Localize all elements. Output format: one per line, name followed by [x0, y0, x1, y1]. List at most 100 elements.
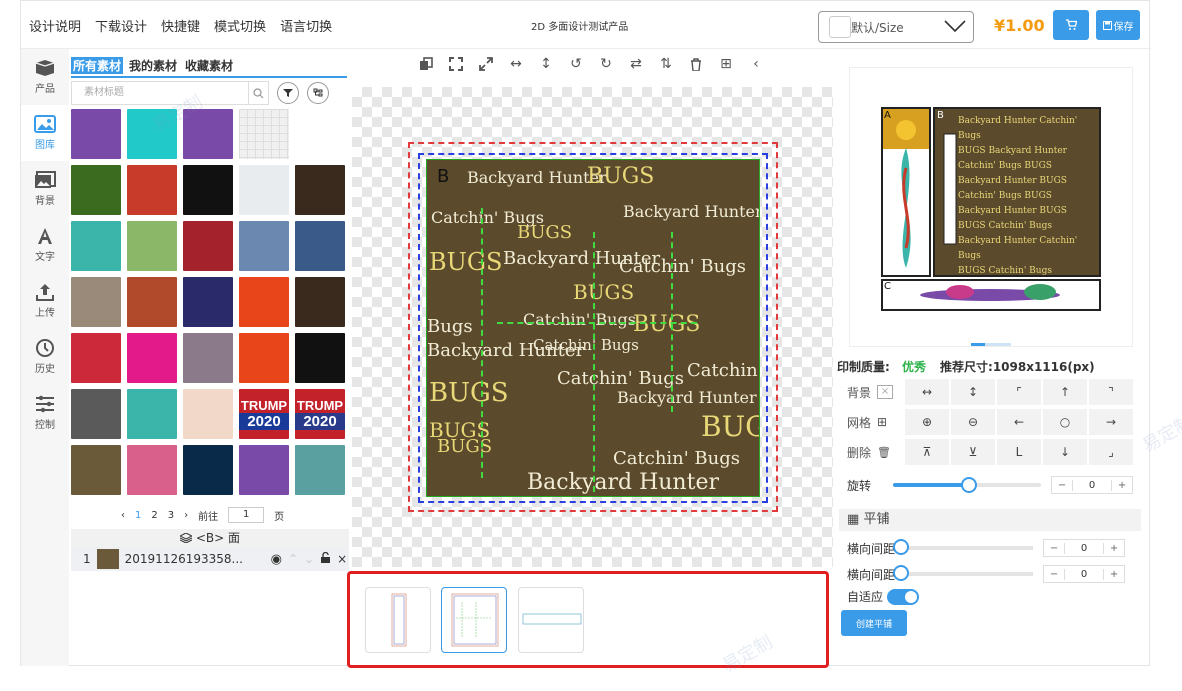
- move-down-button[interactable]: ↓: [1043, 439, 1087, 465]
- asset-thumbnail[interactable]: TRUMP 2020: [239, 389, 289, 439]
- grid-toggle-icon[interactable]: ⊞: [877, 415, 887, 429]
- rotate-right-icon[interactable]: ↻: [597, 55, 615, 73]
- align-bottom-left-button[interactable]: L: [997, 439, 1041, 465]
- expand-icon[interactable]: [477, 55, 495, 73]
- zoom-out-button[interactable]: ⊖: [951, 409, 995, 435]
- asset-thumbnail[interactable]: [127, 109, 177, 159]
- tab-favorite-assets[interactable]: 收藏素材: [183, 57, 235, 74]
- face-thumb-b[interactable]: [441, 587, 507, 653]
- move-left-button[interactable]: ←: [997, 409, 1041, 435]
- tab-my-assets[interactable]: 我的素材: [127, 57, 179, 74]
- trash-icon[interactable]: [687, 55, 705, 73]
- asset-thumbnail[interactable]: [239, 445, 289, 495]
- stretch-horizontal-button[interactable]: ↔: [905, 379, 949, 405]
- rotate-value[interactable]: 0: [1072, 479, 1113, 491]
- v-spacing-stepper[interactable]: − 0 +: [1043, 565, 1126, 583]
- center-button[interactable]: ○: [1043, 409, 1087, 435]
- menu-design-guide[interactable]: 设计说明: [29, 16, 81, 35]
- move-up-button[interactable]: ↑: [1043, 379, 1087, 405]
- asset-thumbnail[interactable]: TRUMP 2020: [295, 389, 345, 439]
- menu-shortcuts[interactable]: 快捷键: [161, 16, 200, 35]
- align-top-right-button[interactable]: ⌝: [1089, 379, 1133, 405]
- background-control[interactable]: 背景 ×: [839, 379, 903, 405]
- face-thumb-a[interactable]: [365, 587, 431, 653]
- save-button[interactable]: 保存: [1096, 10, 1140, 40]
- delete-control[interactable]: 删除 🗑: [839, 439, 903, 465]
- asset-thumbnail[interactable]: [71, 333, 121, 383]
- h-spacing-stepper[interactable]: − 0 +: [1043, 539, 1126, 557]
- prev-page-button[interactable]: ‹: [121, 510, 125, 521]
- asset-thumbnail[interactable]: [183, 165, 233, 215]
- rotate-left-icon[interactable]: ↺: [567, 55, 585, 73]
- asset-thumbnail[interactable]: [127, 389, 177, 439]
- h-spacing-slider[interactable]: [893, 539, 1034, 555]
- asset-thumbnail[interactable]: [295, 221, 345, 271]
- preview-carousel-dots[interactable]: [971, 343, 1011, 346]
- asset-thumbnail[interactable]: [127, 221, 177, 271]
- asset-thumbnail[interactable]: [127, 165, 177, 215]
- sidebar-item-upload[interactable]: 上传: [21, 273, 69, 329]
- decrement-button[interactable]: −: [1052, 480, 1072, 491]
- asset-thumbnail[interactable]: [239, 165, 289, 215]
- asset-thumbnail[interactable]: [71, 389, 121, 439]
- asset-thumbnail[interactable]: [71, 221, 121, 271]
- clear-background-icon[interactable]: ×: [877, 385, 894, 399]
- fit-icon[interactable]: [447, 55, 465, 73]
- asset-thumbnail[interactable]: [295, 109, 345, 159]
- search-button[interactable]: [249, 81, 269, 105]
- asset-thumbnail[interactable]: [71, 165, 121, 215]
- move-up-icon[interactable]: ⌃: [288, 552, 298, 566]
- asset-thumbnail[interactable]: [71, 109, 121, 159]
- menu-download-design[interactable]: 下载设计: [95, 16, 147, 35]
- sidebar-item-product[interactable]: 产品: [21, 49, 69, 105]
- align-bottom-right-button[interactable]: ⌟: [1089, 439, 1133, 465]
- create-tile-button[interactable]: 创建平铺: [841, 610, 907, 636]
- eye-icon[interactable]: ◉: [271, 552, 282, 567]
- asset-thumbnail[interactable]: [183, 221, 233, 271]
- asset-thumbnail[interactable]: [71, 277, 121, 327]
- increment-button[interactable]: +: [1104, 569, 1124, 580]
- decrement-button[interactable]: −: [1044, 569, 1064, 580]
- align-top-left-button[interactable]: ⌜: [997, 379, 1041, 405]
- increment-button[interactable]: +: [1104, 543, 1124, 554]
- stretch-horizontal-icon[interactable]: ↔: [507, 55, 525, 73]
- move-right-button[interactable]: →: [1089, 409, 1133, 435]
- search-input[interactable]: 素材标题: [71, 81, 249, 105]
- sidebar-item-gallery[interactable]: 图库: [21, 105, 69, 161]
- asset-thumbnail[interactable]: [239, 333, 289, 383]
- asset-thumbnail[interactable]: [295, 333, 345, 383]
- page-1[interactable]: 1: [135, 510, 141, 521]
- rotate-stepper[interactable]: − 0 +: [1051, 476, 1134, 494]
- asset-thumbnail[interactable]: [239, 221, 289, 271]
- asset-thumbnail[interactable]: [183, 333, 233, 383]
- close-icon[interactable]: ×: [337, 552, 347, 566]
- design-canvas[interactable]: B Backyard Hunter BUGS Catchin' Bugs BUGS Ba…: [352, 87, 833, 567]
- asset-thumbnail[interactable]: [127, 445, 177, 495]
- asset-thumbnail[interactable]: [127, 277, 177, 327]
- lock-icon[interactable]: [320, 551, 331, 566]
- menu-language-switch[interactable]: 语言切换: [280, 16, 332, 35]
- cart-button[interactable]: [1053, 10, 1089, 40]
- move-down-icon[interactable]: ⌄: [304, 552, 314, 566]
- menu-mode-switch[interactable]: 模式切换: [214, 16, 266, 35]
- category-button[interactable]: [307, 82, 329, 104]
- sidebar-item-text[interactable]: 文字: [21, 217, 69, 273]
- asset-thumbnail[interactable]: [127, 333, 177, 383]
- asset-thumbnail[interactable]: [71, 445, 121, 495]
- stretch-vertical-button[interactable]: ↕: [951, 379, 995, 405]
- h-spacing-value[interactable]: 0: [1064, 542, 1105, 554]
- flip-vertical-icon[interactable]: ⇅: [657, 55, 675, 73]
- asset-thumbnail[interactable]: [239, 277, 289, 327]
- next-page-button[interactable]: ›: [184, 510, 188, 521]
- asset-thumbnail[interactable]: [183, 389, 233, 439]
- asset-thumbnail[interactable]: [295, 165, 345, 215]
- align-top-button[interactable]: ⊼: [905, 439, 949, 465]
- tab-all-assets[interactable]: 所有素材: [71, 57, 124, 74]
- align-bottom-button[interactable]: ⊻: [951, 439, 995, 465]
- design-image-face-b[interactable]: B Backyard Hunter BUGS Catchin' Bugs BUGS Ba…: [426, 159, 760, 497]
- sidebar-item-history[interactable]: 历史: [21, 329, 69, 385]
- page-2[interactable]: 2: [151, 510, 157, 521]
- size-select[interactable]: 默认/Size: [818, 11, 974, 43]
- asset-thumbnail[interactable]: [183, 445, 233, 495]
- v-spacing-value[interactable]: 0: [1064, 568, 1105, 580]
